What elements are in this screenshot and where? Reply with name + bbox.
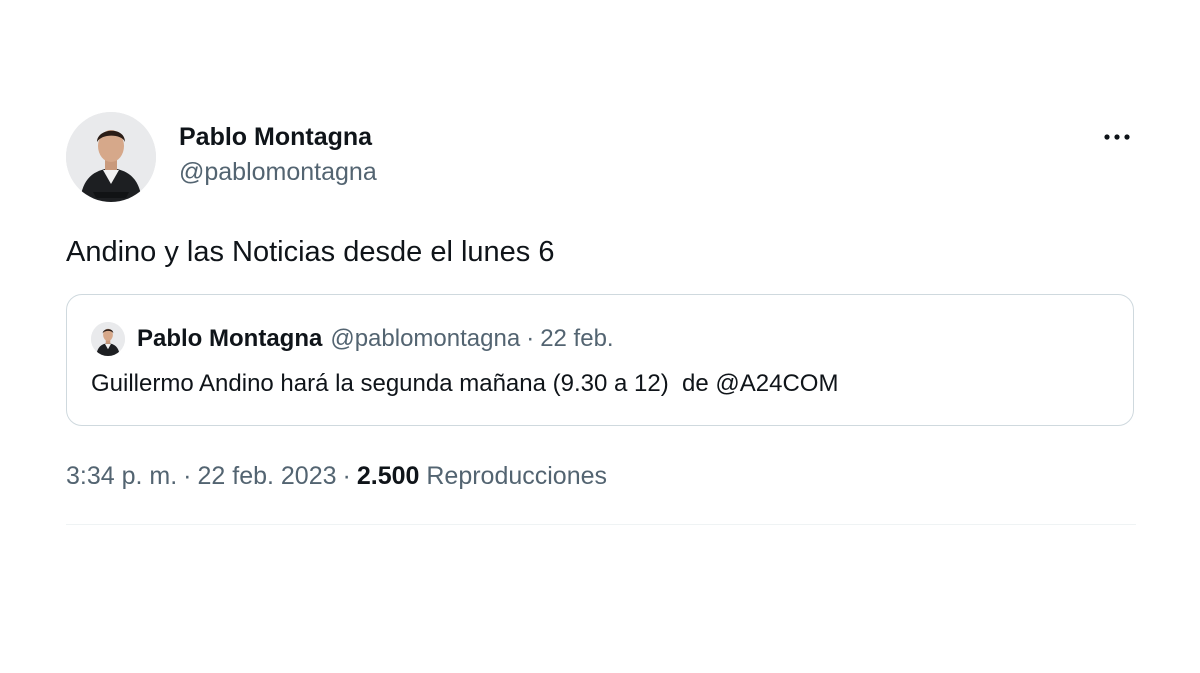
tweet: Pablo Montagna @pablomontagna Andino y l… bbox=[66, 112, 1136, 525]
quoted-separator: · bbox=[526, 325, 535, 352]
quoted-date[interactable]: 22 feb. bbox=[540, 325, 613, 353]
views-count: 2.500 bbox=[356, 462, 420, 490]
meta-separator: · bbox=[342, 462, 351, 490]
quoted-tweet[interactable]: Pablo Montagna @pablomontagna · 22 feb. … bbox=[66, 294, 1134, 426]
tweet-header: Pablo Montagna @pablomontagna bbox=[66, 112, 1136, 204]
author-display-name[interactable]: Pablo Montagna bbox=[179, 120, 377, 154]
more-horizontal-icon[interactable] bbox=[1100, 122, 1134, 152]
quoted-tweet-text: Guillermo Andino hará la segunda mañana … bbox=[91, 370, 839, 397]
tweet-time[interactable]: 3:34 p. m. bbox=[66, 462, 177, 490]
quoted-tweet-header: Pablo Montagna @pablomontagna · 22 feb. bbox=[91, 321, 614, 357]
author-avatar[interactable] bbox=[66, 112, 156, 202]
author-names: Pablo Montagna @pablomontagna bbox=[179, 120, 377, 190]
quoted-author-handle[interactable]: @pablomontagna bbox=[330, 325, 520, 353]
divider bbox=[66, 524, 1136, 525]
meta-separator: · bbox=[183, 462, 192, 490]
quoted-author-display-name[interactable]: Pablo Montagna bbox=[137, 325, 322, 353]
views-label: Reproducciones bbox=[426, 462, 608, 490]
author-handle[interactable]: @pablomontagna bbox=[179, 154, 377, 190]
tweet-date[interactable]: 22 feb. 2023 bbox=[198, 462, 337, 490]
quoted-author-avatar[interactable] bbox=[91, 322, 125, 356]
tweet-text: Andino y las Noticias desde el lunes 6 bbox=[66, 236, 555, 268]
tweet-meta: 3:34 p. m. · 22 feb. 2023 · 2.500 Reproducci… bbox=[66, 458, 607, 494]
